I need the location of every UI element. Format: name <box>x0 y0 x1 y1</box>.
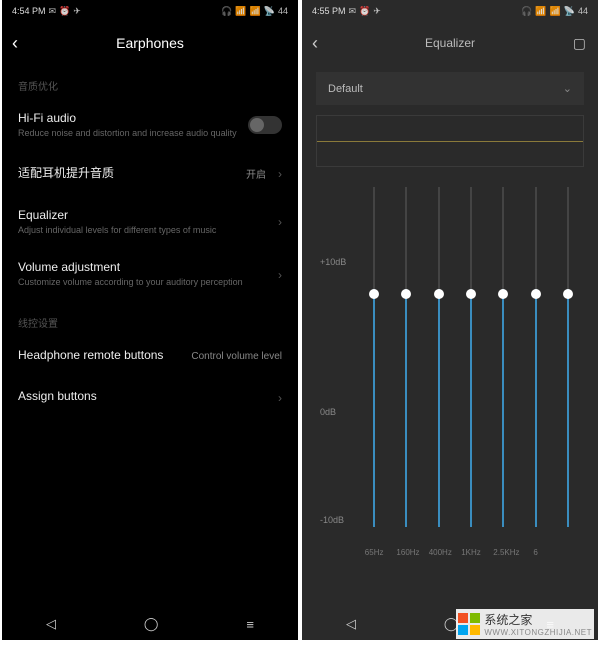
db-plus-label: +10dB <box>320 257 346 267</box>
alarm-icon: ⏰ <box>359 6 370 17</box>
assign-label: Assign buttons <box>18 389 266 403</box>
adapt-value: 开启 <box>246 166 266 181</box>
headphone-icon: 🎧 <box>521 6 532 17</box>
slider-group <box>358 187 584 527</box>
back-button[interactable]: ‹ <box>12 33 18 54</box>
chevron-right-icon: › <box>278 268 282 282</box>
eq-curve-line <box>317 141 583 142</box>
chevron-right-icon: › <box>278 167 282 181</box>
hifi-label: Hi-Fi audio <box>18 111 240 125</box>
page-title: Earphones <box>2 35 298 51</box>
msg-icon: ✉ <box>49 6 57 17</box>
msg-icon: ✉ <box>349 6 357 17</box>
source-watermark: 系统之家 WWW.XITONGZHIJIA.NET <box>456 609 594 639</box>
status-time: 4:55 PM <box>312 6 346 16</box>
signal2-icon: 📶 <box>250 6 261 17</box>
freq-axis: 65Hz 160Hz 400Hz 1KHz 2.5KHz 6 <box>358 548 584 557</box>
chevron-down-icon: ⌄ <box>563 82 572 95</box>
eq-slider-2-5khz[interactable] <box>493 187 513 527</box>
eq-slider-65hz[interactable] <box>364 187 384 527</box>
telegram-icon: ✈ <box>73 6 81 17</box>
db-axis: +10dB 0dB -10dB <box>316 187 356 527</box>
db-zero-label: 0dB <box>320 407 336 417</box>
wifi-icon: 📡 <box>564 6 575 17</box>
signal-icon: 📶 <box>235 6 246 17</box>
save-preset-icon[interactable]: ▢ <box>573 35 586 52</box>
eq-slider-16khz[interactable] <box>558 187 578 527</box>
telegram-icon: ✈ <box>373 6 381 17</box>
equalizer-desc: Adjust individual levels for different t… <box>18 225 266 237</box>
watermark-text: 系统之家 <box>484 611 592 628</box>
assign-buttons-row[interactable]: Assign buttons › <box>2 377 298 418</box>
page-title: Equalizer <box>302 36 598 50</box>
microsoft-logo-icon <box>458 613 480 635</box>
remote-value: Control volume level <box>191 351 282 362</box>
wifi-icon: 📡 <box>264 6 275 17</box>
battery-icon: 44 <box>278 6 288 16</box>
remote-label: Headphone remote buttons <box>18 348 183 362</box>
freq-label: 160Hz <box>396 548 416 557</box>
eq-slider-400hz[interactable] <box>429 187 449 527</box>
equalizer-screen: 4:55 PM ✉ ⏰ ✈ 🎧 📶 📶 📡 44 ‹ Equalizer ▢ D… <box>302 0 598 640</box>
preset-selector[interactable]: Default ⌄ <box>316 72 584 105</box>
eq-curve-preview <box>316 115 584 167</box>
earphones-settings-screen: 4:54 PM ✉ ⏰ ✈ 🎧 📶 📶 📡 44 ‹ Earphones 音质优… <box>2 0 298 640</box>
header: ‹ Earphones <box>2 22 298 64</box>
nav-home-icon[interactable]: ◯ <box>144 616 159 632</box>
freq-label: 400Hz <box>429 548 449 557</box>
section-audio-label: 音质优化 <box>2 64 298 99</box>
hifi-desc: Reduce noise and distortion and increase… <box>18 128 240 140</box>
chevron-right-icon: › <box>278 391 282 405</box>
eq-slider-area: +10dB 0dB -10dB <box>316 187 584 557</box>
volume-label: Volume adjustment <box>18 260 266 274</box>
signal2-icon: 📶 <box>550 6 561 17</box>
signal-icon: 📶 <box>535 6 546 17</box>
status-bar: 4:55 PM ✉ ⏰ ✈ 🎧 📶 📶 📡 44 <box>302 0 598 22</box>
status-time: 4:54 PM <box>12 6 46 16</box>
alarm-icon: ⏰ <box>59 6 70 17</box>
hifi-audio-row[interactable]: Hi-Fi audio Reduce noise and distortion … <box>2 99 298 152</box>
freq-label: 2.5KHz <box>493 548 513 557</box>
back-button[interactable]: ‹ <box>312 33 318 54</box>
eq-slider-160hz[interactable] <box>396 187 416 527</box>
nav-back-icon[interactable]: ◁ <box>46 616 56 632</box>
freq-label: 6 <box>526 548 546 557</box>
volume-desc: Customize volume according to your audit… <box>18 277 266 289</box>
battery-icon: 44 <box>578 6 588 16</box>
nav-bar: ◁ ◯ ≡ <box>2 608 298 640</box>
eq-slider-1khz[interactable] <box>461 187 481 527</box>
freq-label: 1KHz <box>461 548 481 557</box>
freq-label: 65Hz <box>364 548 384 557</box>
preset-label: Default <box>328 83 363 95</box>
equalizer-label: Equalizer <box>18 208 266 222</box>
equalizer-row[interactable]: Equalizer Adjust individual levels for d… <box>2 196 298 249</box>
chevron-right-icon: › <box>278 215 282 229</box>
remote-buttons-row[interactable]: Headphone remote buttons Control volume … <box>2 336 298 377</box>
hifi-toggle[interactable] <box>248 116 282 134</box>
eq-slider-6khz[interactable] <box>526 187 546 527</box>
freq-label <box>558 548 578 557</box>
headphone-icon: 🎧 <box>221 6 232 17</box>
section-wire-label: 线控设置 <box>2 301 298 336</box>
status-bar: 4:54 PM ✉ ⏰ ✈ 🎧 📶 📶 📡 44 <box>2 0 298 22</box>
nav-recent-icon[interactable]: ≡ <box>246 617 254 632</box>
volume-adjustment-row[interactable]: Volume adjustment Customize volume accor… <box>2 248 298 301</box>
adapt-headphone-row[interactable]: 适配耳机提升音质 开启 › <box>2 152 298 196</box>
db-minus-label: -10dB <box>320 515 344 525</box>
watermark-sub: WWW.XITONGZHIJIA.NET <box>484 628 592 637</box>
adapt-label: 适配耳机提升音质 <box>18 164 238 181</box>
nav-back-icon[interactable]: ◁ <box>346 616 356 632</box>
header: ‹ Equalizer ▢ <box>302 22 598 64</box>
